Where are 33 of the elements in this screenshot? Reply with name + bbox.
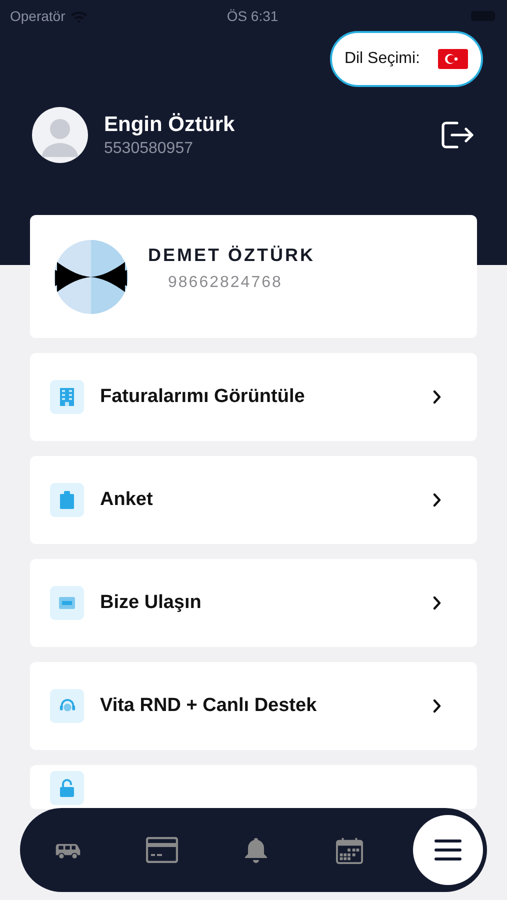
status-time: ÖS 6:31	[226, 8, 278, 24]
keyboard-icon	[59, 597, 75, 609]
menu-label: Anket	[100, 489, 154, 511]
menu-icon	[434, 839, 462, 861]
chevron-icon	[433, 390, 441, 404]
chevron-icon	[433, 699, 441, 713]
menu-item[interactable]: Bize Ulaşın	[30, 559, 477, 647]
chevron-icon	[433, 596, 441, 610]
member-name: DEMET ÖZTÜRK	[148, 245, 315, 266]
chevron-icon	[433, 493, 441, 507]
bell-icon	[244, 836, 268, 864]
avatar-icon	[32, 107, 88, 163]
user-phone: 5530580957	[104, 140, 194, 158]
menu-label: Bize Ulaşın	[100, 592, 202, 614]
menu-item[interactable]: Vita RND + Canlı Destek	[30, 662, 477, 750]
flag-icon	[438, 49, 468, 69]
menu-tab[interactable]	[413, 815, 483, 885]
lock-icon	[60, 779, 74, 797]
menu-label: Vita RND + Canlı Destek	[100, 695, 318, 717]
logout-icon[interactable]	[441, 121, 475, 149]
building-icon	[60, 388, 74, 406]
user-name: Engin Öztürk	[104, 112, 236, 136]
calendar-icon	[336, 836, 363, 864]
member-id: 98662824768	[168, 274, 284, 292]
credit-card-icon	[146, 837, 178, 863]
language-selector[interactable]: Dil Seçimi:	[330, 31, 483, 87]
logo-icon	[54, 240, 128, 314]
menu-label: Faturalarımı Görüntüle	[100, 386, 306, 408]
clipboard-icon	[60, 491, 74, 509]
carrier-name: Operatör	[10, 8, 66, 24]
menu-item[interactable]: Anket	[30, 456, 477, 544]
menu-item[interactable]: Faturalarımı Görüntüle	[30, 353, 477, 441]
menu-item[interactable]	[30, 765, 477, 809]
